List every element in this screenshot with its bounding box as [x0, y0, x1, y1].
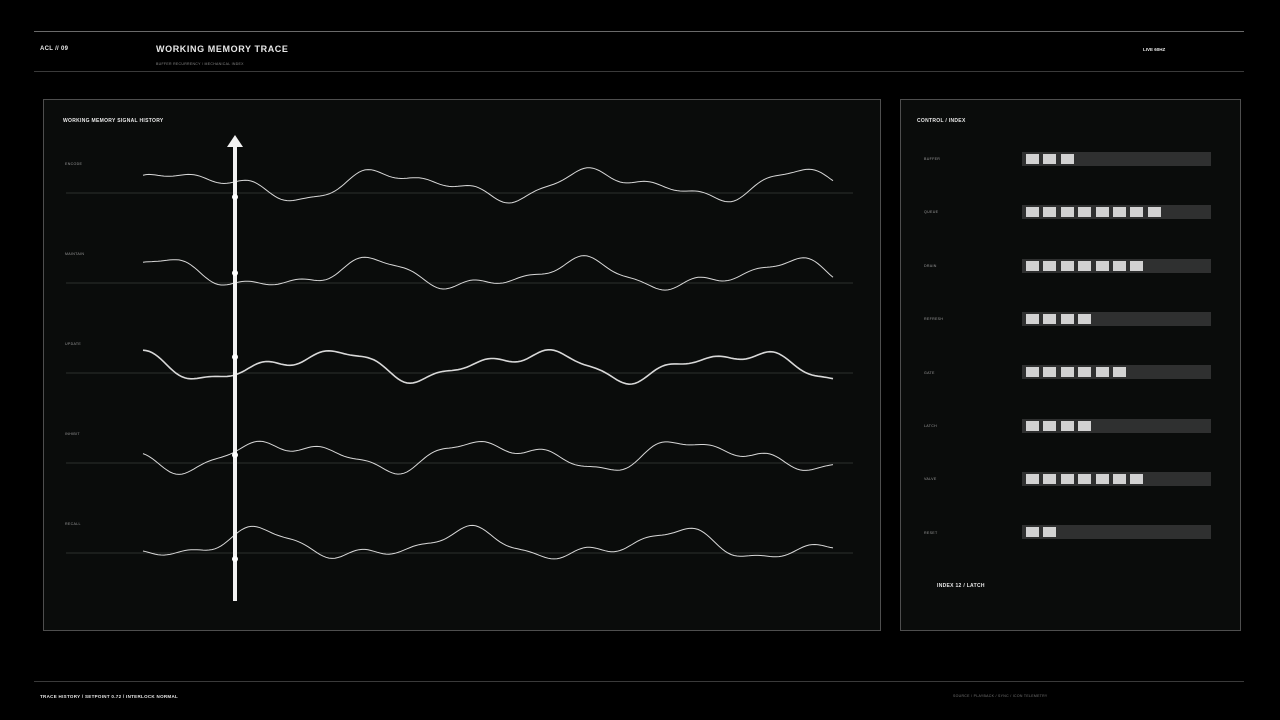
playhead-marker	[232, 270, 238, 276]
playhead-marker	[232, 354, 238, 360]
playhead-arrow-icon	[227, 135, 243, 147]
footer-status: TRACE HISTORY / SETPOINT 0.72 / INTERLOC…	[40, 694, 179, 699]
level-cell	[1147, 207, 1161, 217]
index-readout: INDEX 12 / LATCH	[937, 583, 985, 589]
control-bar-latch[interactable]	[1022, 419, 1211, 433]
control-bar-reset[interactable]	[1022, 525, 1211, 539]
signal-waveform	[142, 524, 834, 560]
level-cell	[1095, 474, 1109, 484]
level-cell	[1026, 474, 1039, 484]
level-cell	[1026, 421, 1039, 431]
control-label-queue: QUEUE	[924, 210, 939, 214]
signal-waveform	[142, 255, 834, 291]
level-cell	[1043, 527, 1057, 537]
level-cell	[1026, 207, 1039, 217]
control-bar-gate[interactable]	[1022, 365, 1211, 379]
control-bar-buffer[interactable]	[1022, 152, 1211, 166]
control-index-title: CONTROL / INDEX	[917, 118, 966, 124]
control-bar-refresh[interactable]	[1022, 312, 1211, 326]
control-bar-queue[interactable]	[1022, 205, 1211, 219]
playhead-marker	[232, 452, 238, 458]
level-cell	[1060, 314, 1074, 324]
level-cell	[1078, 261, 1092, 271]
control-label-latch: LATCH	[924, 424, 938, 428]
level-cell	[1095, 261, 1109, 271]
level-cell	[1113, 367, 1126, 377]
level-cell	[1060, 154, 1074, 164]
level-cell	[1043, 207, 1057, 217]
level-cell	[1113, 207, 1126, 217]
signal-waveform	[142, 349, 834, 386]
level-cell	[1078, 367, 1092, 377]
signal-waveform	[142, 167, 834, 204]
level-cell	[1060, 474, 1074, 484]
control-label-reset: RESET	[924, 531, 938, 535]
signal-waveform	[142, 440, 834, 475]
level-cell	[1060, 367, 1074, 377]
control-label-valve: VALVE	[924, 477, 937, 481]
level-cell	[1043, 367, 1057, 377]
control-label-drain: DRAIN	[924, 264, 937, 268]
level-cell	[1060, 421, 1074, 431]
level-cell	[1130, 207, 1144, 217]
footer-source: SOURCE / PLAYBACK / SYNC / ICON TELEMETR…	[953, 694, 1048, 698]
level-cell	[1113, 474, 1126, 484]
footer-rule	[34, 681, 1244, 682]
level-cell	[1130, 261, 1144, 271]
level-cell	[1043, 154, 1057, 164]
level-cell	[1026, 314, 1039, 324]
level-cell	[1078, 314, 1092, 324]
level-cell	[1043, 314, 1057, 324]
level-cell	[1095, 207, 1109, 217]
level-cell	[1130, 474, 1144, 484]
level-cell	[1026, 527, 1039, 537]
level-cell	[1026, 154, 1039, 164]
control-label-gate: GATE	[924, 371, 935, 375]
level-cell	[1043, 421, 1057, 431]
control-label-refresh: REFRESH	[924, 317, 944, 321]
control-label-buffer: BUFFER	[924, 157, 941, 161]
level-cell	[1060, 207, 1074, 217]
level-cell	[1078, 421, 1092, 431]
level-cell	[1078, 474, 1092, 484]
control-bar-drain[interactable]	[1022, 259, 1211, 273]
level-cell	[1095, 367, 1109, 377]
level-cell	[1078, 207, 1092, 217]
level-cell	[1060, 261, 1074, 271]
playhead-marker	[232, 556, 238, 562]
level-cell	[1113, 261, 1126, 271]
level-cell	[1026, 367, 1039, 377]
level-cell	[1043, 474, 1057, 484]
control-bar-valve[interactable]	[1022, 472, 1211, 486]
level-cell	[1043, 261, 1057, 271]
level-cell	[1026, 261, 1039, 271]
playhead-marker	[232, 194, 238, 200]
